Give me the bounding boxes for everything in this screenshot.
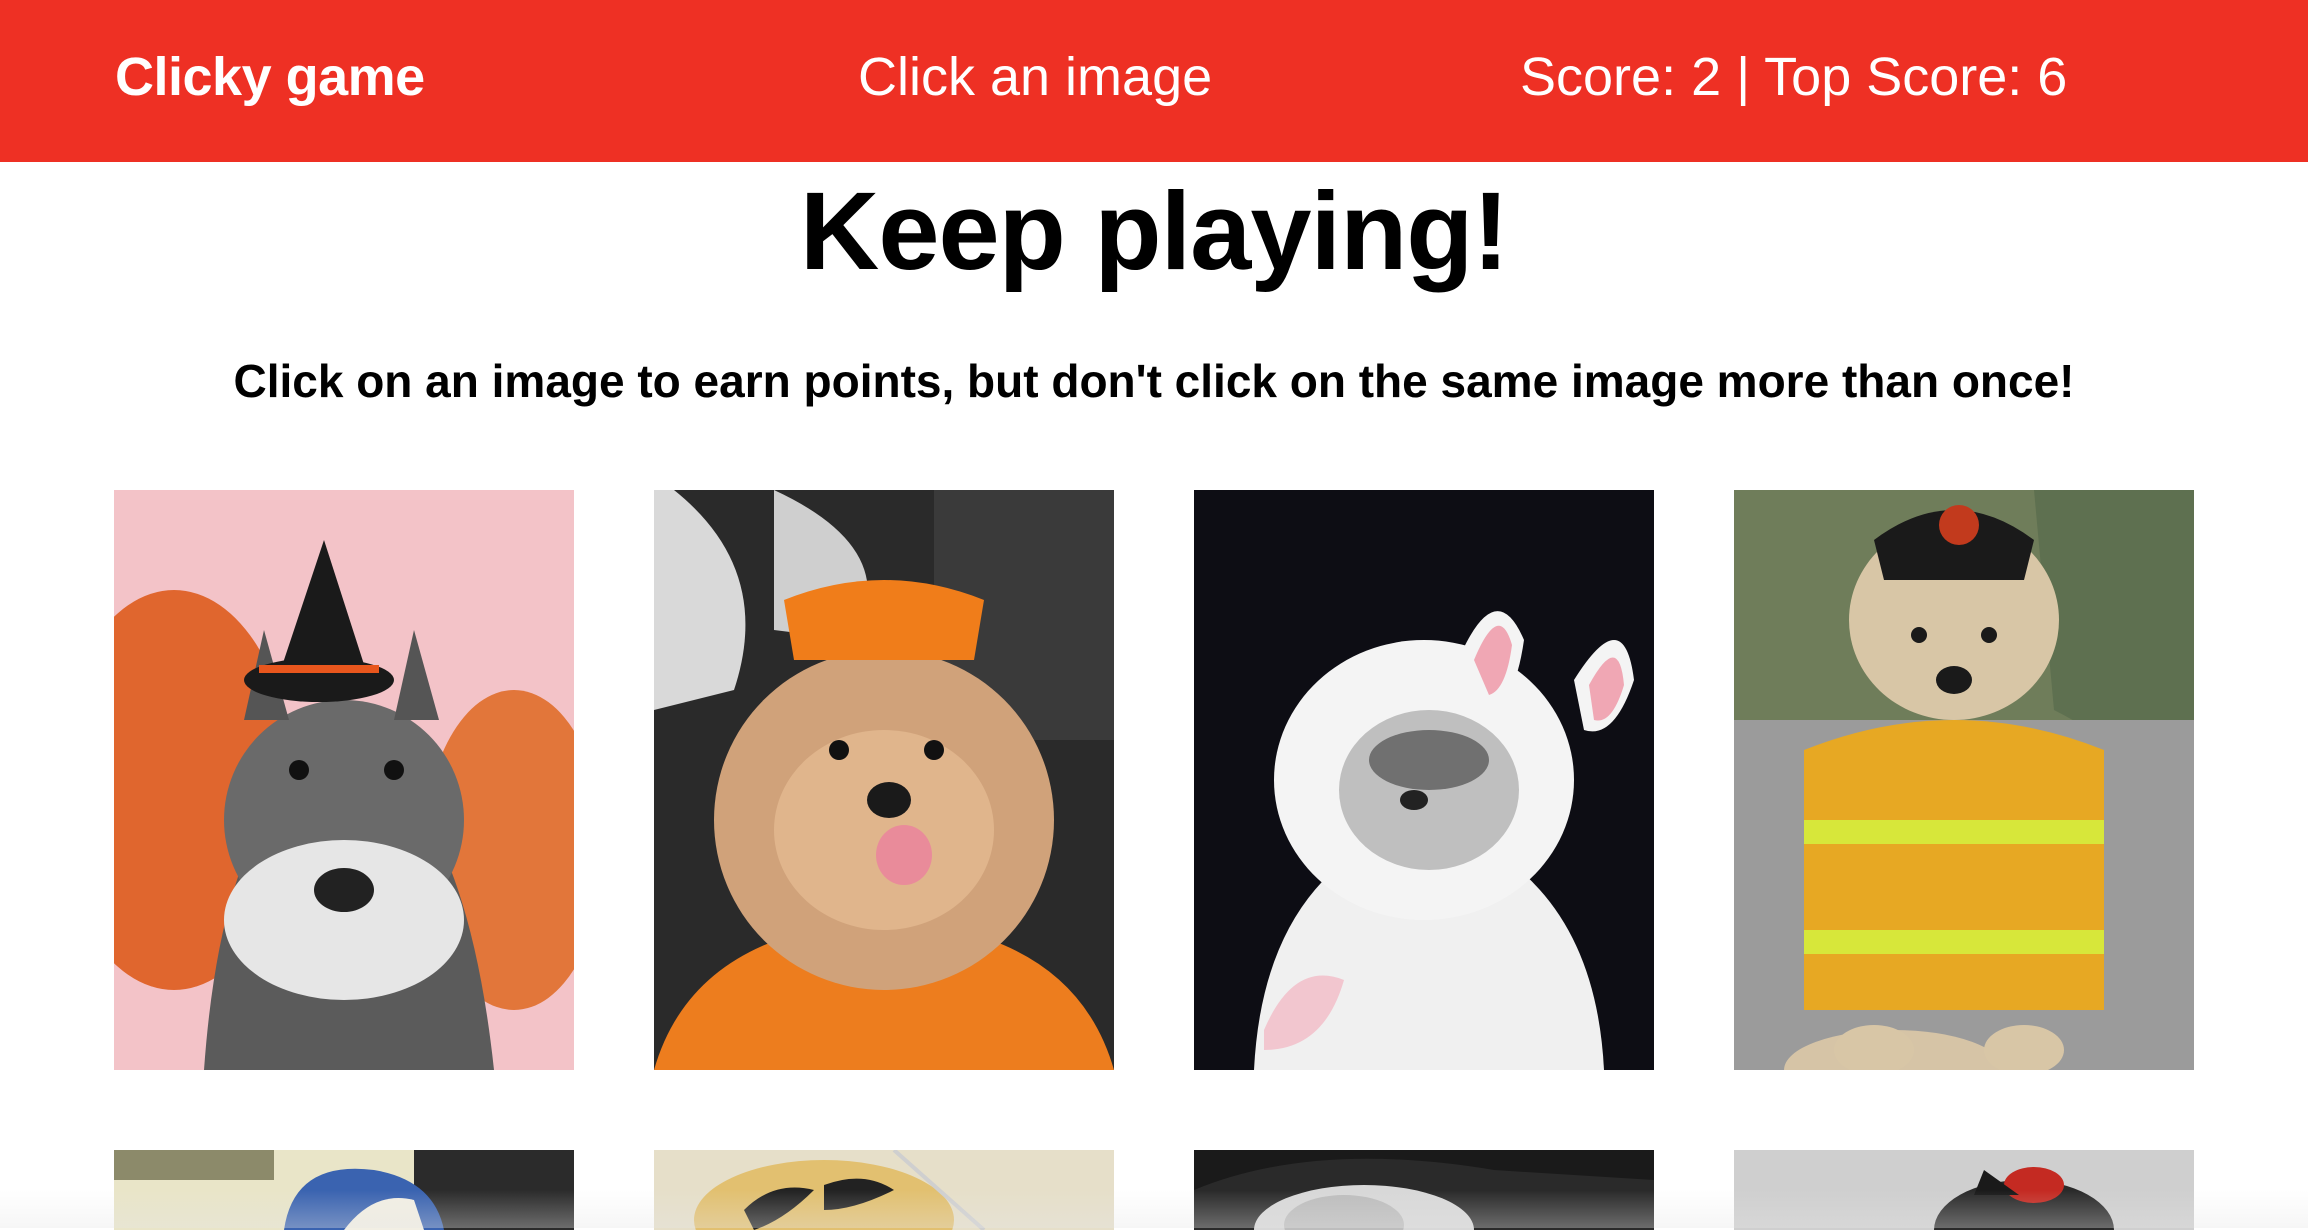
cat-bunny-image: [1194, 490, 1654, 1070]
score-display: Score: 2 | Top Score: 6: [1520, 47, 2068, 107]
image-card-dog-black-hat[interactable]: [1194, 1150, 1654, 1230]
brand-logo[interactable]: Clicky game: [115, 46, 425, 108]
dog-black-hat-image: [1194, 1150, 1654, 1230]
page-title: Keep playing!: [799, 170, 1509, 293]
pomeranian-image: [654, 490, 1114, 1070]
image-card-dog-red-hat[interactable]: [1734, 1150, 2194, 1230]
navbar: Clicky game Click an image Score: 2 | To…: [0, 0, 2308, 162]
firefighter-dog-image: [1734, 490, 2194, 1070]
image-card-dog-bee[interactable]: [654, 1150, 1114, 1230]
instructions-text: Click on an image to earn points, but do…: [233, 355, 2075, 407]
dog-bee-image: [654, 1150, 1114, 1230]
image-card-cat-bunny[interactable]: [1194, 490, 1654, 1070]
dog-blue-cap-image: [114, 1150, 574, 1230]
image-card-firefighter-dog[interactable]: [1734, 490, 2194, 1070]
game-status: Click an image: [858, 47, 1213, 107]
schnauzer-image: [114, 490, 574, 1070]
image-card-pomeranian[interactable]: [654, 490, 1114, 1070]
image-card-dog-blue-cap[interactable]: [114, 1150, 574, 1230]
image-card-schnauzer[interactable]: [114, 490, 574, 1070]
dog-red-hat-image: [1734, 1150, 2194, 1230]
